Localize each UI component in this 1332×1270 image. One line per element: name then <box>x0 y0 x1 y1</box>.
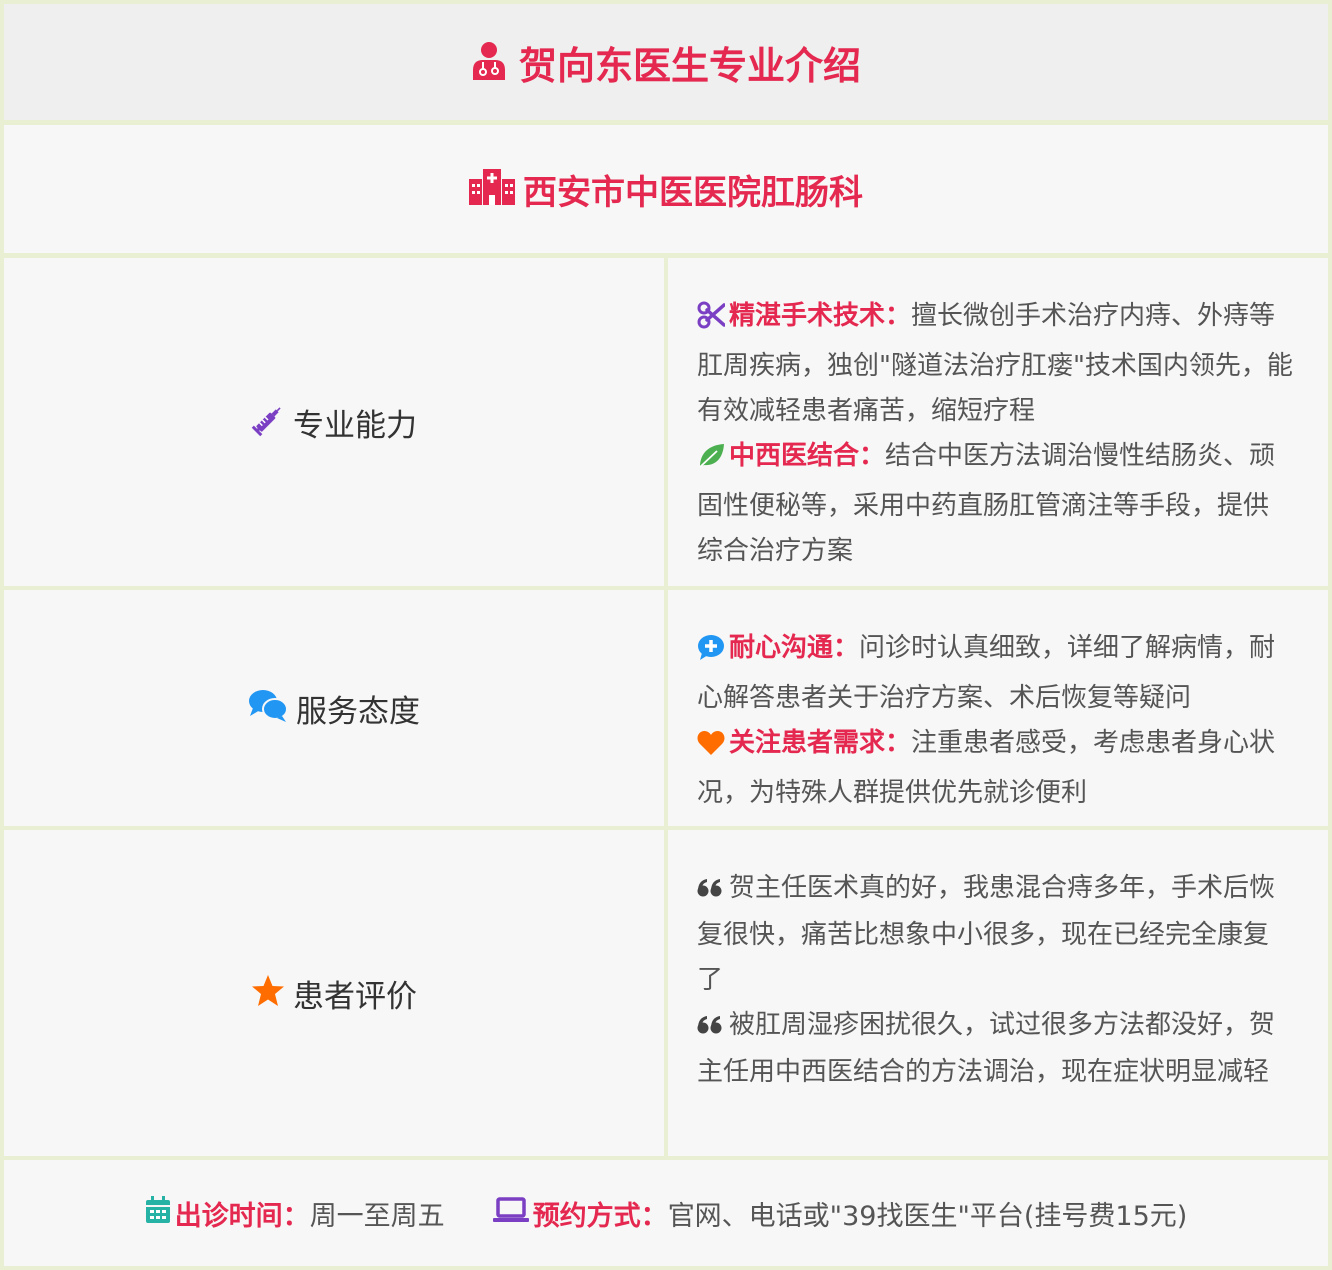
heart-icon <box>697 726 725 771</box>
item-title: 精湛手术技术： <box>729 301 912 331</box>
service-item: 耐心沟通：问诊时认真细致，详细了解病情，耐心解答患者关于治疗方案、术后恢复等疑问 <box>697 626 1294 721</box>
item-title: 耐心沟通： <box>729 633 860 663</box>
section-label: 服务态度 <box>296 693 420 730</box>
section-content-service: 耐心沟通：问诊时认真细致，详细了解病情，耐心解答患者关于治疗方案、术后恢复等疑问… <box>668 590 1328 826</box>
section-content-expertise: 精湛手术技术：擅长微创手术治疗内痔、外痔等肛周疾病，独创"隧道法治疗肛瘘"技术国… <box>668 258 1328 586</box>
doctor-profile-card: 贺向东医生专业介绍 西安市中医医院肛肠科 专业能力 精湛手术技术：擅长微创手术治… <box>0 0 1332 1270</box>
review-item: 贺主任医术真的好，我患混合痔多年，手术后恢复很快，痛苦比想象中小很多，现在已经完… <box>697 866 1294 1003</box>
expertise-item: 中西医结合：结合中医方法调治慢性结肠炎、顽固性便秘等，采用中药直肠肛管滴注等手段… <box>697 434 1294 574</box>
medical-chat-icon <box>697 631 725 676</box>
leaf-icon <box>697 439 725 484</box>
section-label: 专业能力 <box>293 407 417 444</box>
booking-value: 官网、电话或"39找医生"平台(挂号费15元) <box>667 1200 1188 1232</box>
booking-label: 预约方式： <box>532 1200 668 1232</box>
section-label-expertise: 专业能力 <box>4 258 664 586</box>
department-name: 西安市中医医院肛肠科 <box>523 172 863 213</box>
section-label-reviews: 患者评价 <box>4 830 664 1156</box>
department-row: 西安市中医医院肛肠科 <box>4 125 1328 253</box>
scissors-icon <box>697 299 726 344</box>
footer-row: 出诊时间： 周一至周五 预约方式： 官网、电话或"39找医生"平台(挂号费15元… <box>4 1160 1328 1266</box>
review-text: 贺主任医术真的好，我患混合痔多年，手术后恢复很快，痛苦比想象中小很多，现在已经完… <box>697 873 1276 995</box>
comments-icon <box>248 689 288 727</box>
item-title: 关注患者需求： <box>729 728 912 758</box>
service-item: 关注患者需求：注重患者感受，考虑患者身心状况，为特殊人群提供优先就诊便利 <box>697 721 1294 816</box>
expertise-item: 精湛手术技术：擅长微创手术治疗内痔、外痔等肛周疾病，独创"隧道法治疗肛瘘"技术国… <box>697 294 1294 434</box>
laptop-icon <box>492 1196 529 1230</box>
header-row: 贺向东医生专业介绍 <box>4 4 1328 120</box>
page-title: 贺向东医生专业介绍 <box>518 43 861 88</box>
hospital-icon <box>469 169 515 209</box>
section-content-reviews: 贺主任医术真的好，我患混合痔多年，手术后恢复很快，痛苦比想象中小很多，现在已经完… <box>668 830 1328 1156</box>
doctor-icon <box>471 40 507 84</box>
schedule-info: 出诊时间： 周一至周五 <box>145 1194 445 1233</box>
syringe-icon <box>251 403 285 441</box>
calendar-icon <box>145 1195 171 1231</box>
schedule-label: 出诊时间： <box>174 1200 310 1232</box>
booking-info: 预约方式： 官网、电话或"39找医生"平台(挂号费15元) <box>492 1194 1188 1233</box>
review-text: 被肛周湿疹困扰很久，试过很多方法都没好，贺主任用中西医结合的方法调治，现在症状明… <box>697 1010 1276 1087</box>
quote-icon <box>697 1005 723 1050</box>
schedule-value: 周一至周五 <box>309 1200 445 1232</box>
section-label-service: 服务态度 <box>4 590 664 826</box>
review-item: 被肛周湿疹困扰很久，试过很多方法都没好，贺主任用中西医结合的方法调治，现在症状明… <box>697 1003 1294 1095</box>
section-label: 患者评价 <box>293 978 417 1015</box>
item-title: 中西医结合： <box>729 441 886 471</box>
quote-icon <box>697 868 723 913</box>
star-icon <box>251 974 285 1012</box>
